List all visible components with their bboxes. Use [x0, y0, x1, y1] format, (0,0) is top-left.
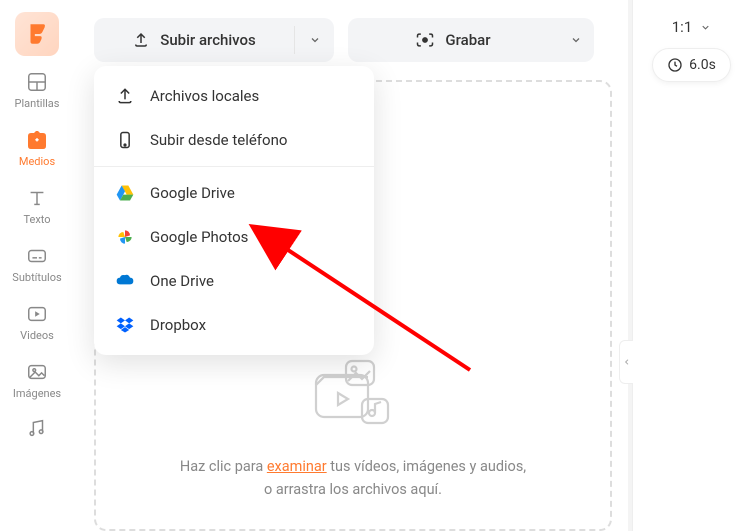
aspect-ratio-button[interactable]: 1:1	[672, 18, 712, 36]
dropdown-item-label: Archivos locales	[150, 87, 259, 105]
aspect-ratio-value: 1:1	[672, 18, 693, 36]
record-button-group: Grabar	[348, 18, 594, 62]
phone-icon	[114, 129, 136, 151]
record-button[interactable]: Grabar	[348, 30, 558, 50]
upload-dropdown-toggle[interactable]	[294, 26, 334, 54]
music-icon	[25, 416, 49, 440]
upload-icon	[114, 85, 136, 107]
sidebar-item-label: Medios	[19, 155, 55, 168]
google-photos-icon	[114, 226, 136, 248]
browse-link[interactable]: examinar	[267, 458, 327, 475]
clock-icon	[667, 57, 683, 73]
app-logo[interactable]	[15, 12, 59, 56]
videos-icon	[25, 302, 49, 326]
upload-label: Subir archivos	[160, 31, 256, 49]
chevron-down-icon	[700, 22, 711, 33]
sidebar-item-label: Subtítulos	[12, 271, 61, 284]
media-icon	[25, 128, 49, 152]
record-dropdown-toggle[interactable]	[558, 34, 594, 46]
sidebar-item-label: Plantillas	[15, 97, 60, 110]
sidebar-item-medios[interactable]: Medios	[0, 124, 74, 172]
dropzone-illustration-icon	[308, 355, 398, 435]
collapse-panel-button[interactable]	[619, 340, 633, 384]
sidebar-item-label: Videos	[20, 329, 54, 342]
text-icon	[25, 186, 49, 210]
dropdown-item-label: Subir desde teléfono	[150, 131, 287, 149]
sidebar: Plantillas Medios Texto Subtítulos Video…	[0, 0, 74, 531]
chevron-down-icon	[570, 34, 582, 46]
images-icon	[25, 360, 49, 384]
upload-dropdown-menu: Archivos locales Subir desde teléfono Go…	[94, 66, 374, 355]
subtitles-icon	[25, 244, 49, 268]
dropbox-icon	[114, 314, 136, 336]
sidebar-item-imagenes[interactable]: Imágenes	[0, 356, 74, 404]
dropdown-item-label: Google Drive	[150, 184, 235, 202]
dropdown-item-local-files[interactable]: Archivos locales	[94, 74, 374, 118]
record-icon	[415, 30, 435, 50]
chevron-down-icon	[309, 34, 321, 46]
dropdown-item-one-drive[interactable]: One Drive	[94, 259, 374, 303]
sidebar-item-subtitulos[interactable]: Subtítulos	[0, 240, 74, 288]
record-label: Grabar	[445, 31, 490, 49]
sidebar-item-texto[interactable]: Texto	[0, 182, 74, 230]
dropdown-separator	[94, 166, 374, 167]
logo-f-icon	[24, 21, 50, 47]
sidebar-item-audio[interactable]	[0, 412, 74, 444]
onedrive-icon	[114, 270, 136, 292]
dropdown-item-label: One Drive	[150, 272, 214, 290]
dropzone-text: Haz clic para examinar tus vídeos, imáge…	[180, 455, 526, 501]
dropdown-item-label: Google Photos	[150, 228, 248, 246]
dropdown-item-label: Dropbox	[150, 316, 206, 334]
toolbar: Subir archivos Grabar	[94, 18, 612, 62]
duration-value: 6.0s	[689, 57, 716, 73]
sidebar-item-videos[interactable]: Videos	[0, 298, 74, 346]
dropdown-item-dropbox[interactable]: Dropbox	[94, 303, 374, 347]
dropdown-item-upload-phone[interactable]: Subir desde teléfono	[94, 118, 374, 162]
duration-button[interactable]: 6.0s	[652, 48, 731, 82]
upload-icon	[132, 31, 150, 49]
sidebar-item-label: Imágenes	[13, 387, 61, 400]
templates-icon	[25, 70, 49, 94]
dropdown-item-google-photos[interactable]: Google Photos	[94, 215, 374, 259]
sidebar-item-plantillas[interactable]: Plantillas	[0, 66, 74, 114]
sidebar-item-label: Texto	[23, 213, 50, 226]
dropdown-item-google-drive[interactable]: Google Drive	[94, 171, 374, 215]
upload-button-group: Subir archivos	[94, 18, 334, 62]
right-panel: 1:1 6.0s	[632, 0, 750, 531]
google-drive-icon	[114, 182, 136, 204]
main-panel: Subir archivos Grabar	[74, 0, 632, 531]
upload-button[interactable]: Subir archivos	[94, 31, 294, 49]
chevron-left-icon	[623, 356, 631, 368]
